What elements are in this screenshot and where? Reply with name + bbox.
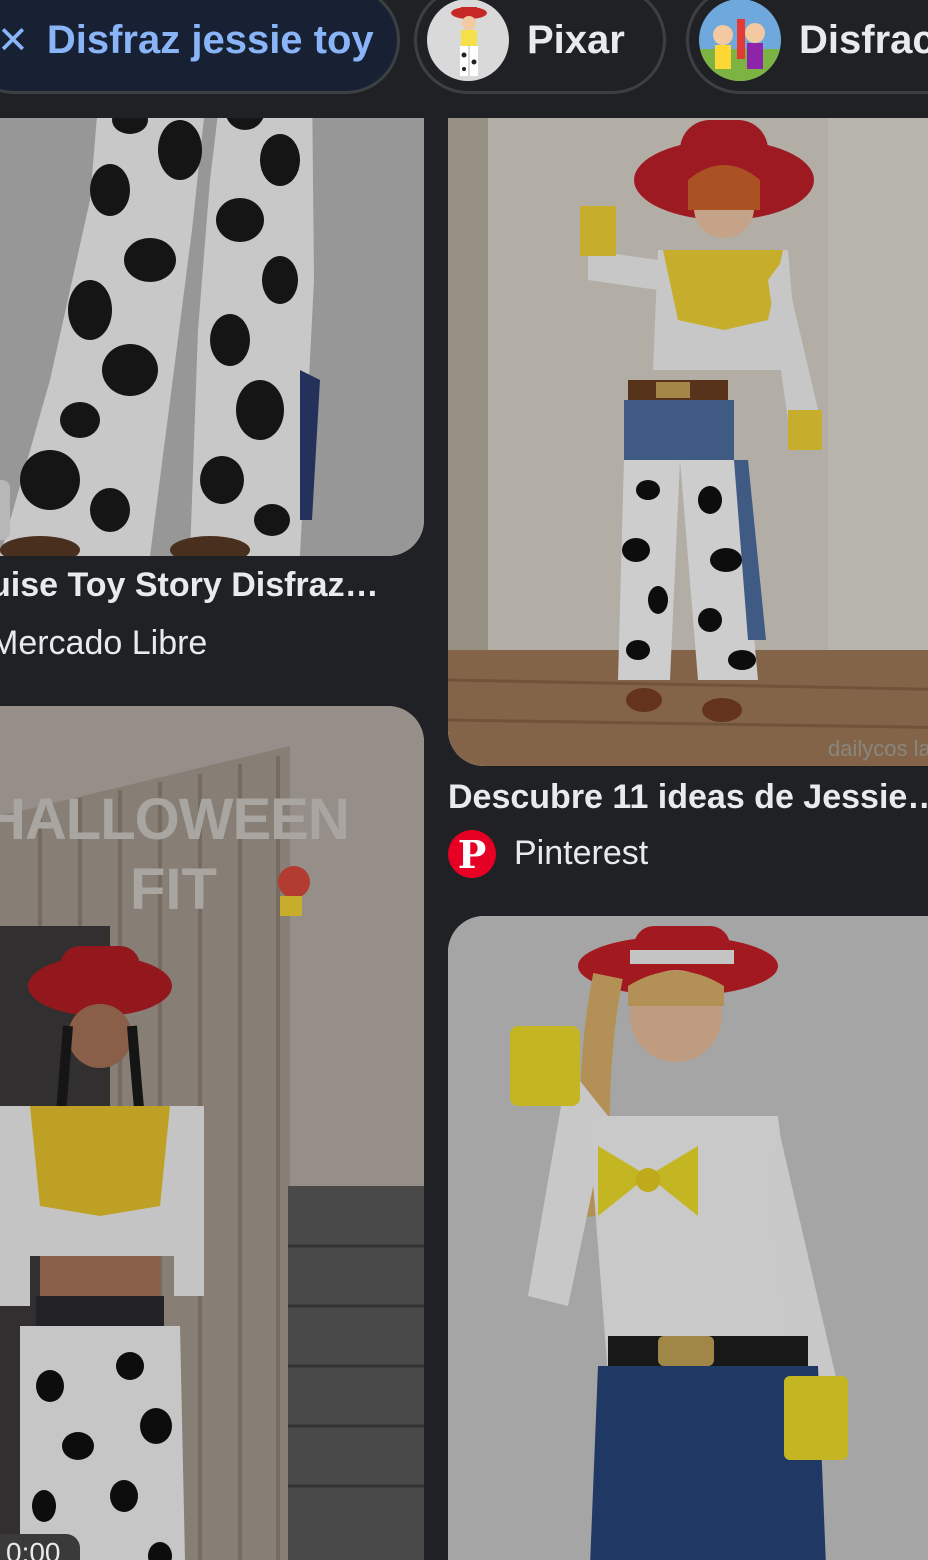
chip-label: Disfrac — [799, 17, 928, 62]
result-source[interactable]: Mercado Libre — [0, 624, 207, 663]
chip-disfraz-jessie-toy[interactable]: ✕ Disfraz jessie toy — [0, 0, 400, 94]
result-title[interactable]: uise Toy Story Disfraz… — [0, 566, 410, 605]
chip-disfrac[interactable]: Disfrac — [686, 0, 928, 94]
chip-label: Pixar — [527, 17, 625, 62]
result-video-halloween-fit[interactable]: HALLOWEEN FIT — [0, 706, 424, 1560]
pinterest-logo-icon: P — [448, 830, 496, 878]
result-image-jessie-cosplay[interactable]: dailycos la — [448, 80, 928, 766]
chip-pixar[interactable]: Pixar — [414, 0, 666, 94]
image-search-results: ✕ Disfraz jessie toy Pixar Disfrac uise … — [0, 0, 928, 1560]
chip-thumbnail — [427, 0, 509, 81]
overlay-text-halloween: HALLOWEEN — [0, 787, 350, 852]
result-image-cow-pants[interactable] — [0, 80, 424, 556]
chip-thumbnail — [699, 0, 781, 81]
result-image-jessie-shirt[interactable] — [448, 916, 928, 1560]
chip-label: Disfraz jessie toy — [46, 17, 374, 62]
overlay-text-fit: FIT — [130, 857, 217, 922]
video-duration-badge: 0:00 — [0, 1534, 80, 1560]
result-title[interactable]: Descubre 11 ideas de Jessie… — [448, 778, 928, 817]
related-searches-bar: ✕ Disfraz jessie toy Pixar Disfrac — [0, 0, 928, 118]
watermark-text: dailycos la — [828, 736, 928, 761]
result-source[interactable]: Pinterest — [514, 834, 648, 873]
close-icon[interactable]: ✕ — [0, 18, 29, 63]
